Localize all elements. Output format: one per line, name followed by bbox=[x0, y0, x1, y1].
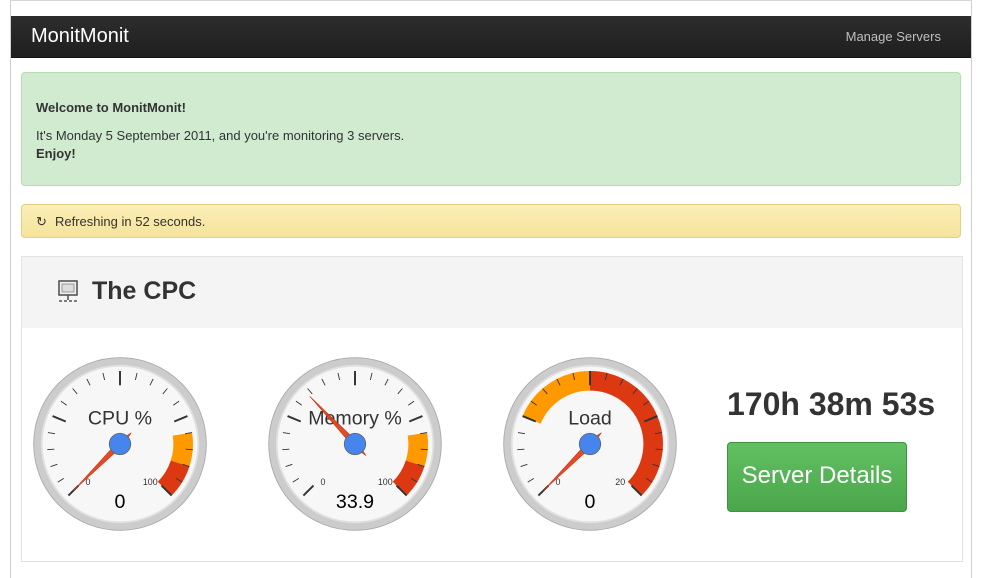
server-header: The CPC bbox=[22, 257, 962, 328]
refresh-countdown: Refreshing in 52 seconds. bbox=[55, 214, 206, 229]
refresh-alert: ↻ Refreshing in 52 seconds. bbox=[21, 204, 961, 238]
navbar: MonitMonit Manage Servers bbox=[11, 16, 971, 58]
welcome-title: Welcome to MonitMonit! bbox=[36, 100, 186, 115]
manage-servers-link[interactable]: Manage Servers bbox=[846, 29, 941, 44]
gauge-minor-tick bbox=[420, 448, 428, 451]
gauge-value: 33.9 bbox=[336, 491, 374, 513]
gauge-needle-pivot bbox=[343, 432, 367, 456]
load-gauge: 0 20Load0 bbox=[503, 357, 677, 531]
gauge-minor-tick bbox=[282, 448, 290, 451]
gauge-needle-pivot bbox=[578, 432, 602, 456]
server-panel: The CPC 0 100 CPU % 0 0 100 Memory % 33.9 0 20 L… bbox=[21, 256, 963, 562]
gauge-minor-tick bbox=[655, 448, 663, 451]
welcome-alert: Welcome to MonitMonit! It's Monday 5 Sep… bbox=[21, 72, 961, 186]
server-icon bbox=[58, 280, 78, 302]
gauge-label: Load bbox=[568, 407, 612, 429]
gauge-band bbox=[405, 432, 428, 467]
server-name: The CPC bbox=[92, 277, 197, 305]
gauge-minor-tick bbox=[47, 448, 55, 451]
gauge-needle-pivot bbox=[108, 432, 132, 456]
welcome-enjoy: Enjoy! bbox=[36, 146, 76, 161]
gauge-minor-tick bbox=[185, 448, 193, 451]
gauge-label: CPU % bbox=[88, 407, 152, 429]
gauge-band bbox=[170, 432, 193, 467]
server-details-button[interactable]: Server Details bbox=[727, 442, 907, 512]
welcome-message: It's Monday 5 September 2011, and you're… bbox=[36, 128, 405, 143]
gauge-minor-tick bbox=[517, 448, 525, 451]
cpu-gauge: 0 100CPU %0 bbox=[33, 357, 207, 531]
gauge-max-label: 20 bbox=[615, 477, 625, 487]
refresh-icon: ↻ bbox=[36, 214, 47, 229]
gauge-value: 0 bbox=[115, 491, 126, 513]
memory-gauge: 0 100Memory %33.9 bbox=[268, 357, 442, 531]
brand-logo[interactable]: MonitMonit bbox=[31, 25, 129, 48]
server-uptime: 170h 38m 53s bbox=[727, 386, 936, 422]
gauge-max-label: 100 bbox=[143, 477, 158, 487]
gauge-min-label: 0 bbox=[320, 477, 325, 487]
gauge-max-label: 100 bbox=[378, 477, 393, 487]
gauge-value: 0 bbox=[585, 491, 596, 513]
